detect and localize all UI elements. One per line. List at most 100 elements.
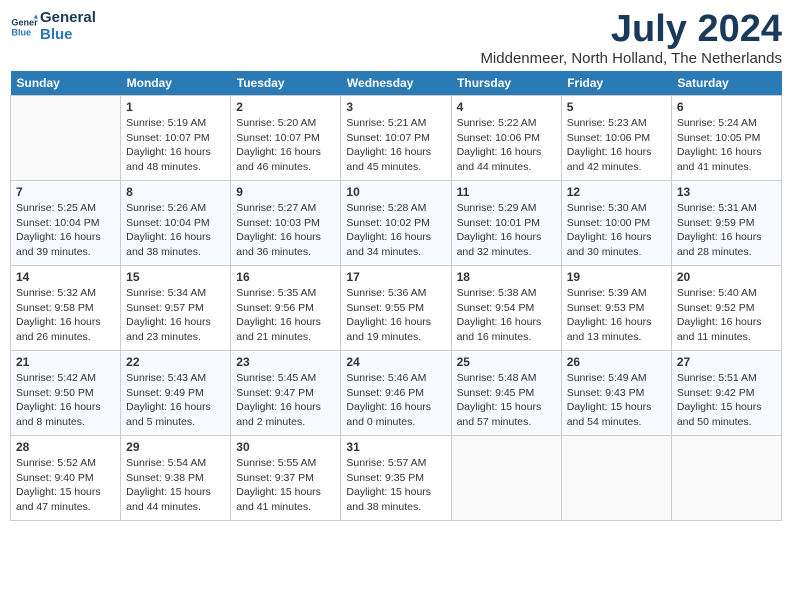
day-cell-w4-d5: 26 Sunrise: 5:49 AM Sunset: 9:43 PM Dayli…: [561, 351, 671, 436]
week-row-5: 28 Sunrise: 5:52 AM Sunset: 9:40 PM Dayli…: [11, 436, 782, 521]
day-cell-w1-d0: [11, 96, 121, 181]
day-info: Sunrise: 5:48 AM Sunset: 9:45 PM Dayligh…: [457, 371, 556, 430]
day-info: Sunrise: 5:32 AM Sunset: 9:58 PM Dayligh…: [16, 286, 115, 345]
day-number: 5: [567, 100, 666, 114]
day-cell-w2-d4: 11 Sunrise: 5:29 AM Sunset: 10:01 PM Dayl…: [451, 181, 561, 266]
day-number: 22: [126, 355, 225, 369]
day-number: 31: [346, 440, 445, 454]
day-number: 26: [567, 355, 666, 369]
day-info: Sunrise: 5:21 AM Sunset: 10:07 PM Daylig…: [346, 116, 445, 175]
day-info: Sunrise: 5:43 AM Sunset: 9:49 PM Dayligh…: [126, 371, 225, 430]
day-cell-w2-d6: 13 Sunrise: 5:31 AM Sunset: 9:59 PM Dayli…: [671, 181, 781, 266]
day-cell-w3-d5: 19Sunrise: 5:39 AM Sunset: 9:53 PM Dayli…: [561, 266, 671, 351]
day-number: 27: [677, 355, 776, 369]
day-number: 6: [677, 100, 776, 114]
day-info: Sunrise: 5:29 AM Sunset: 10:01 PM Daylig…: [457, 201, 556, 260]
day-cell-w4-d0: 21 Sunrise: 5:42 AM Sunset: 9:50 PM Dayli…: [11, 351, 121, 436]
day-info: Sunrise: 5:26 AM Sunset: 10:04 PM Daylig…: [126, 201, 225, 260]
header-sunday: Sunday: [11, 71, 121, 96]
day-number: 4: [457, 100, 556, 114]
day-number: 8: [126, 185, 225, 199]
weekday-header-row: Sunday Monday Tuesday Wednesday Thursday…: [11, 71, 782, 96]
day-number: 15: [126, 270, 225, 284]
day-cell-w5-d2: 30 Sunrise: 5:55 AM Sunset: 9:37 PM Dayli…: [231, 436, 341, 521]
day-number: 28: [16, 440, 115, 454]
day-info: Sunrise: 5:28 AM Sunset: 10:02 PM Daylig…: [346, 201, 445, 260]
day-info: Sunrise: 5:35 AM Sunset: 9:56 PM Dayligh…: [236, 286, 335, 345]
header-thursday: Thursday: [451, 71, 561, 96]
logo-icon: General Blue: [10, 13, 38, 41]
day-info: Sunrise: 5:22 AM Sunset: 10:06 PM Daylig…: [457, 116, 556, 175]
day-number: 14: [16, 270, 115, 284]
day-number: 13: [677, 185, 776, 199]
header-friday: Friday: [561, 71, 671, 96]
day-number: 9: [236, 185, 335, 199]
day-cell-w1-d6: 6 Sunrise: 5:24 AM Sunset: 10:05 PM Dayli…: [671, 96, 781, 181]
day-number: 24: [346, 355, 445, 369]
day-number: 25: [457, 355, 556, 369]
day-cell-w2-d3: 10 Sunrise: 5:28 AM Sunset: 10:02 PM Dayl…: [341, 181, 451, 266]
page-header: General Blue General Blue July 2024 Midd…: [10, 10, 782, 67]
week-row-2: 7Sunrise: 5:25 AM Sunset: 10:04 PM Dayli…: [11, 181, 782, 266]
day-number: 11: [457, 185, 556, 199]
day-info: Sunrise: 5:19 AM Sunset: 10:07 PM Daylig…: [126, 116, 225, 175]
day-cell-w4-d2: 23 Sunrise: 5:45 AM Sunset: 9:47 PM Dayli…: [231, 351, 341, 436]
day-cell-w4-d4: 25 Sunrise: 5:48 AM Sunset: 9:45 PM Dayli…: [451, 351, 561, 436]
day-number: 1: [126, 100, 225, 114]
day-number: 12: [567, 185, 666, 199]
title-block: July 2024 Middenmeer, North Holland, The…: [480, 10, 782, 67]
day-info: Sunrise: 5:42 AM Sunset: 9:50 PM Dayligh…: [16, 371, 115, 430]
day-number: 30: [236, 440, 335, 454]
svg-text:Blue: Blue: [11, 27, 31, 37]
header-monday: Monday: [121, 71, 231, 96]
header-tuesday: Tuesday: [231, 71, 341, 96]
day-info: Sunrise: 5:54 AM Sunset: 9:38 PM Dayligh…: [126, 456, 225, 515]
day-number: 2: [236, 100, 335, 114]
day-cell-w2-d0: 7Sunrise: 5:25 AM Sunset: 10:04 PM Dayli…: [11, 181, 121, 266]
day-number: 20: [677, 270, 776, 284]
day-number: 19: [567, 270, 666, 284]
day-info: Sunrise: 5:46 AM Sunset: 9:46 PM Dayligh…: [346, 371, 445, 430]
day-info: Sunrise: 5:23 AM Sunset: 10:06 PM Daylig…: [567, 116, 666, 175]
day-cell-w3-d3: 17Sunrise: 5:36 AM Sunset: 9:55 PM Dayli…: [341, 266, 451, 351]
day-cell-w5-d6: [671, 436, 781, 521]
day-cell-w2-d1: 8 Sunrise: 5:26 AM Sunset: 10:04 PM Dayli…: [121, 181, 231, 266]
day-info: Sunrise: 5:55 AM Sunset: 9:37 PM Dayligh…: [236, 456, 335, 515]
day-info: Sunrise: 5:34 AM Sunset: 9:57 PM Dayligh…: [126, 286, 225, 345]
day-info: Sunrise: 5:30 AM Sunset: 10:00 PM Daylig…: [567, 201, 666, 260]
day-cell-w1-d4: 4 Sunrise: 5:22 AM Sunset: 10:06 PM Dayli…: [451, 96, 561, 181]
day-cell-w3-d6: 20 Sunrise: 5:40 AM Sunset: 9:52 PM Dayli…: [671, 266, 781, 351]
day-number: 29: [126, 440, 225, 454]
day-cell-w1-d1: 1 Sunrise: 5:19 AM Sunset: 10:07 PM Dayli…: [121, 96, 231, 181]
day-info: Sunrise: 5:57 AM Sunset: 9:35 PM Dayligh…: [346, 456, 445, 515]
day-cell-w2-d5: 12 Sunrise: 5:30 AM Sunset: 10:00 PM Dayl…: [561, 181, 671, 266]
week-row-1: 1 Sunrise: 5:19 AM Sunset: 10:07 PM Dayli…: [11, 96, 782, 181]
day-info: Sunrise: 5:45 AM Sunset: 9:47 PM Dayligh…: [236, 371, 335, 430]
svg-text:General: General: [11, 17, 38, 27]
day-info: Sunrise: 5:40 AM Sunset: 9:52 PM Dayligh…: [677, 286, 776, 345]
day-info: Sunrise: 5:24 AM Sunset: 10:05 PM Daylig…: [677, 116, 776, 175]
day-info: Sunrise: 5:51 AM Sunset: 9:42 PM Dayligh…: [677, 371, 776, 430]
day-number: 21: [16, 355, 115, 369]
day-info: Sunrise: 5:25 AM Sunset: 10:04 PM Daylig…: [16, 201, 115, 260]
day-cell-w4-d3: 24 Sunrise: 5:46 AM Sunset: 9:46 PM Dayli…: [341, 351, 451, 436]
day-cell-w2-d2: 9 Sunrise: 5:27 AM Sunset: 10:03 PM Dayli…: [231, 181, 341, 266]
day-info: Sunrise: 5:52 AM Sunset: 9:40 PM Dayligh…: [16, 456, 115, 515]
day-number: 10: [346, 185, 445, 199]
day-number: 18: [457, 270, 556, 284]
day-info: Sunrise: 5:27 AM Sunset: 10:03 PM Daylig…: [236, 201, 335, 260]
day-info: Sunrise: 5:38 AM Sunset: 9:54 PM Dayligh…: [457, 286, 556, 345]
day-number: 16: [236, 270, 335, 284]
day-cell-w5-d4: [451, 436, 561, 521]
week-row-3: 14 Sunrise: 5:32 AM Sunset: 9:58 PM Dayli…: [11, 266, 782, 351]
day-cell-w3-d0: 14 Sunrise: 5:32 AM Sunset: 9:58 PM Dayli…: [11, 266, 121, 351]
day-cell-w5-d1: 29 Sunrise: 5:54 AM Sunset: 9:38 PM Dayli…: [121, 436, 231, 521]
day-number: 23: [236, 355, 335, 369]
day-cell-w5-d3: 31 Sunrise: 5:57 AM Sunset: 9:35 PM Dayli…: [341, 436, 451, 521]
day-info: Sunrise: 5:49 AM Sunset: 9:43 PM Dayligh…: [567, 371, 666, 430]
header-wednesday: Wednesday: [341, 71, 451, 96]
logo-line2: Blue: [40, 27, 96, 44]
day-info: Sunrise: 5:20 AM Sunset: 10:07 PM Daylig…: [236, 116, 335, 175]
logo-line1: General: [40, 10, 96, 27]
day-info: Sunrise: 5:31 AM Sunset: 9:59 PM Dayligh…: [677, 201, 776, 260]
